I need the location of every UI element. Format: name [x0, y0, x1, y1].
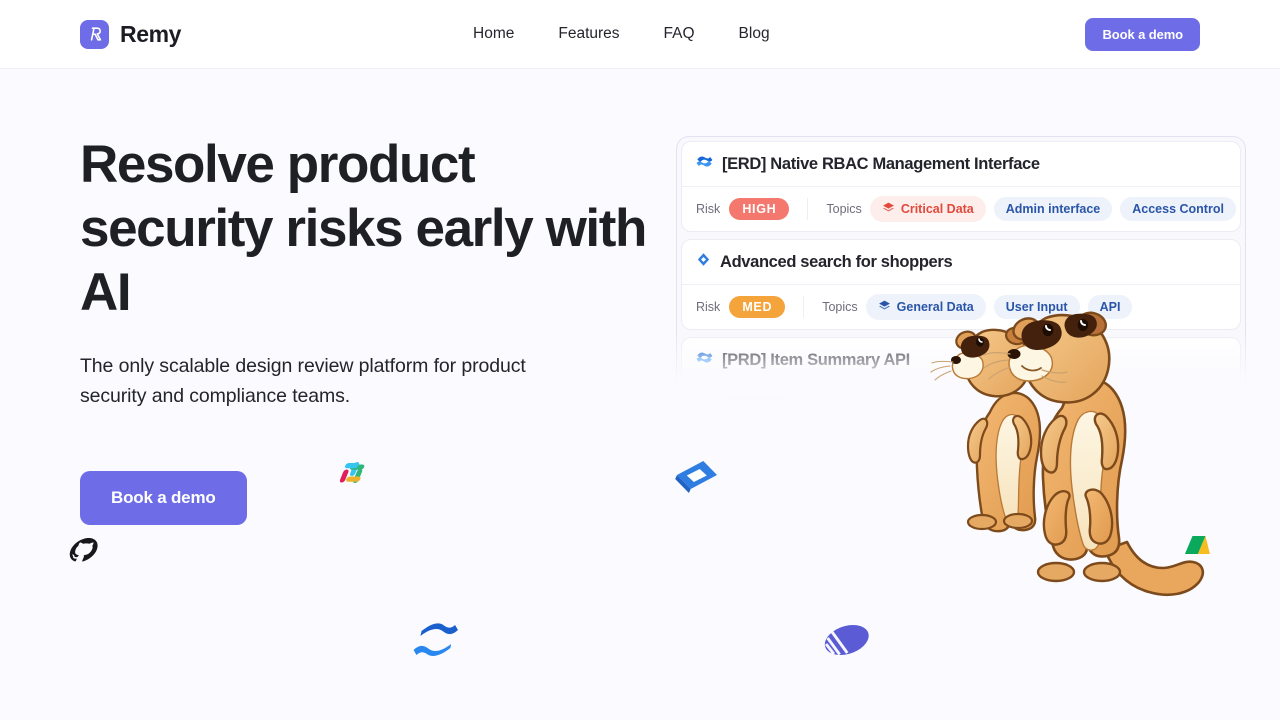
topic-chip-label: Critical Data — [900, 202, 974, 216]
nav-item-blog[interactable]: Blog — [717, 17, 792, 51]
remy-logo-icon — [80, 19, 109, 49]
confluence-logo — [410, 618, 466, 667]
status-badge: MED — [729, 394, 786, 400]
layers-icon — [878, 299, 891, 315]
layers-icon — [882, 201, 895, 217]
topics-label: Topics — [826, 202, 862, 216]
confluence-icon — [696, 154, 713, 174]
risk-card-title: [ERD] Native RBAC Management Interface — [722, 154, 1040, 173]
risk-label: Risk — [696, 202, 721, 216]
confluence-icon — [696, 350, 713, 370]
risk-group: Risk MED — [696, 296, 805, 318]
status-badge: HIGH — [729, 198, 790, 220]
jira-icon — [696, 252, 711, 272]
topic-chip[interactable]: Admin interface — [993, 197, 1113, 221]
meerkat-mascots — [930, 300, 1250, 620]
nav-item-features[interactable]: Features — [536, 17, 641, 51]
header-book-demo-button[interactable]: Book a demo — [1085, 17, 1200, 51]
risk-card-title: [PRD] Item Summary API — [722, 350, 910, 369]
linear-logo — [818, 618, 876, 669]
topic-chip-label: Admin interface — [1005, 202, 1101, 216]
risk-group: Risk HIGH — [696, 198, 809, 220]
risk-card-header: Advanced search for shoppers — [682, 240, 1240, 285]
site-header: Remy Home Features FAQ Blog Book a demo — [0, 0, 1280, 69]
risk-card-header: [ERD] Native RBAC Management Interface — [682, 142, 1240, 187]
nav-item-home[interactable]: Home — [465, 17, 536, 51]
hero-book-demo-button[interactable]: Book a demo — [80, 471, 247, 525]
layers-icon — [878, 397, 891, 400]
slack-logo — [333, 458, 379, 505]
page-title: Resolve product security risks early wit… — [80, 135, 647, 322]
topics-label: Topics — [822, 398, 857, 400]
landing-page: Remy Home Features FAQ Blog Book a demo … — [0, 0, 1280, 720]
risk-card-title: Advanced search for shoppers — [720, 252, 953, 271]
brand-logo[interactable]: Remy — [80, 19, 182, 49]
risk-label: Risk — [696, 300, 721, 314]
topics-label: Topics — [822, 300, 858, 314]
status-badge: MED — [729, 296, 786, 318]
brand-name: Remy — [120, 20, 182, 47]
topics-group: Topics Critical Data Admin interface Acc… — [808, 196, 1236, 222]
topic-chip[interactable]: Critical Data — [869, 196, 986, 222]
main-nav: Home Features FAQ Blog — [465, 17, 792, 51]
topic-chip-label: Access Control — [1132, 202, 1224, 216]
jira-logo — [668, 455, 728, 508]
risk-label: Risk — [696, 398, 720, 400]
risk-card-meta: Risk HIGH Topics Critical Data Admin int… — [682, 187, 1240, 231]
nav-item-faq[interactable]: FAQ — [642, 17, 717, 51]
github-logo — [58, 535, 106, 578]
hero-subheadline: The only scalable design review platform… — [80, 355, 526, 407]
topic-chip[interactable]: Access Control — [1120, 197, 1236, 221]
risk-card[interactable]: [ERD] Native RBAC Management Interface R… — [681, 141, 1241, 232]
risk-group: Risk MED — [696, 394, 805, 400]
